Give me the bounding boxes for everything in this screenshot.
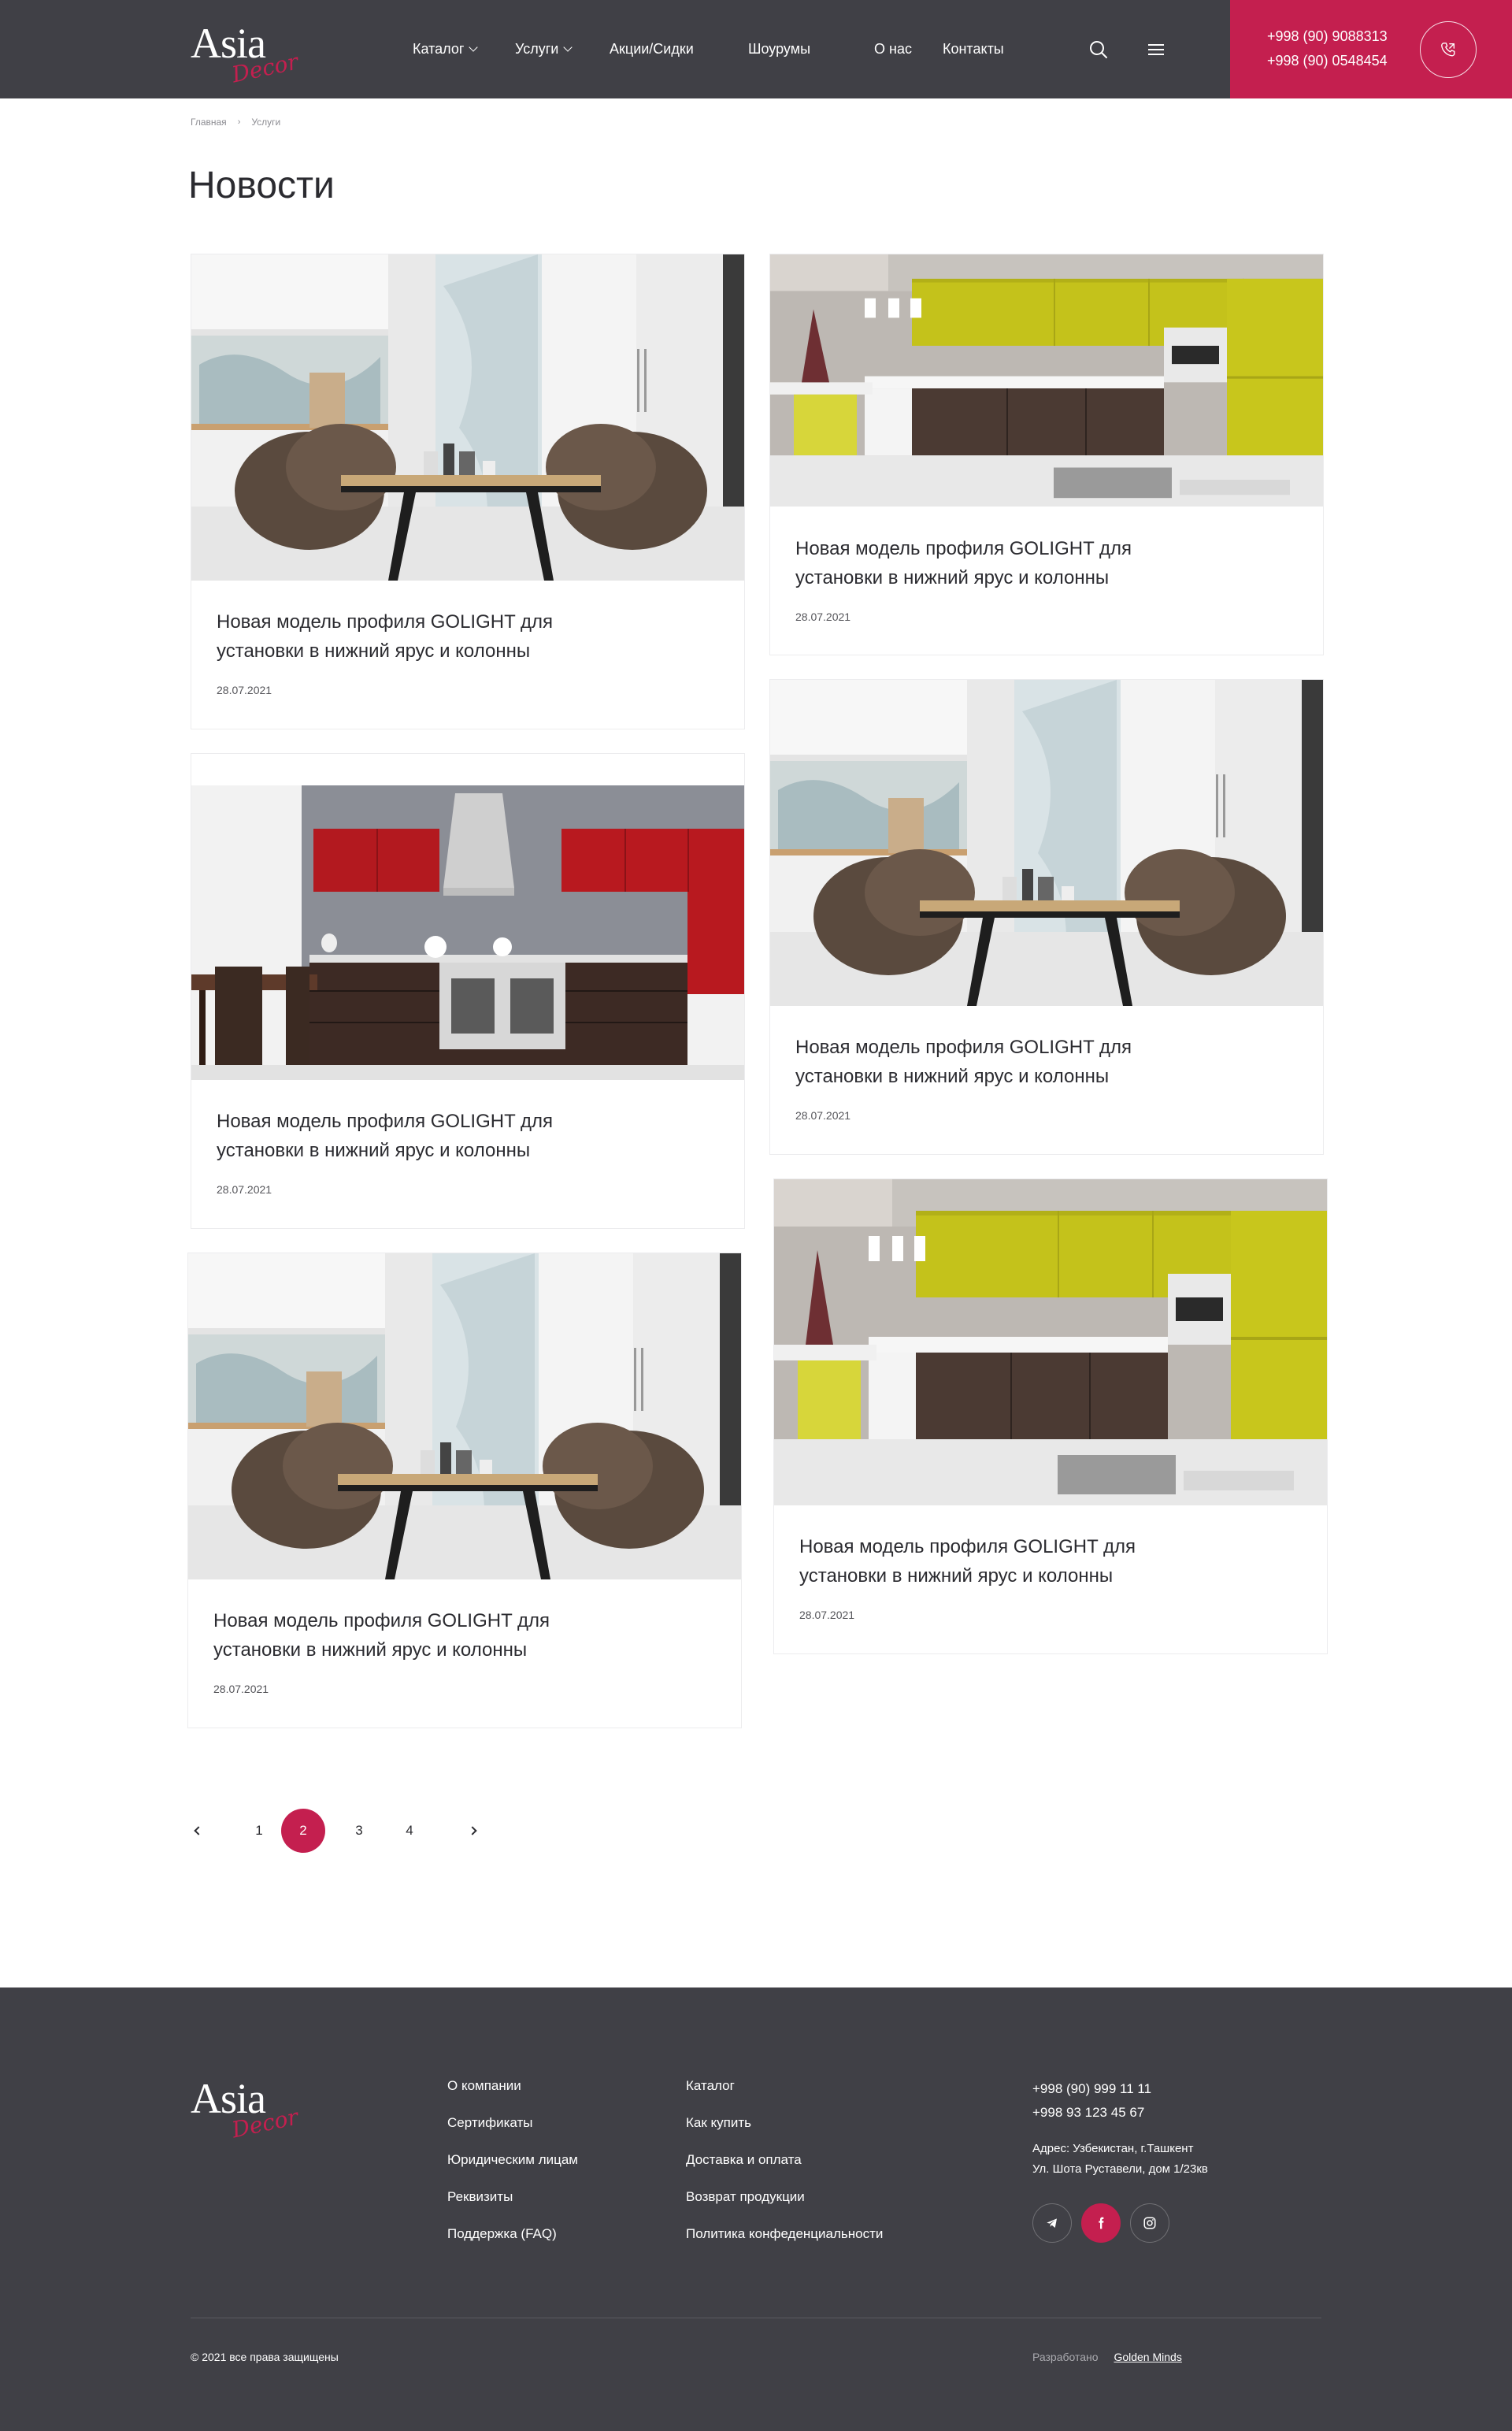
breadcrumb-home[interactable]: Главная [191, 117, 227, 128]
news-card-image [188, 1253, 741, 1579]
news-card[interactable]: Новая модель профиля GOLIGHT для установ… [769, 254, 1324, 655]
nav-item-services[interactable]: Услуги [515, 41, 573, 58]
chevron-right-icon [468, 1826, 477, 1835]
breadcrumb-current: Услуги [251, 117, 281, 128]
footer-contacts: +998 (90) 999 11 11 +998 93 123 45 67 Ад… [1032, 2077, 1208, 2243]
page-button[interactable]: 1 [237, 1809, 281, 1853]
nav-item-catalog[interactable]: Каталог [413, 41, 479, 58]
news-card-title[interactable]: Новая модель профиля GOLIGHT для установ… [795, 534, 1173, 592]
chevron-down-icon [563, 43, 573, 52]
developed-label: Разработано [1032, 2351, 1099, 2363]
chevron-left-icon [194, 1826, 203, 1835]
news-card[interactable]: Новая модель профиля GOLIGHT для установ… [191, 753, 745, 1229]
nav-item-contacts[interactable]: Контакты [943, 41, 1004, 58]
news-card-title[interactable]: Новая модель профиля GOLIGHT для установ… [799, 1532, 1177, 1590]
news-card-date: 28.07.2021 [795, 1109, 851, 1122]
news-card-date: 28.07.2021 [217, 1183, 272, 1196]
news-card-title[interactable]: Новая модель профиля GOLIGHT для установ… [213, 1606, 591, 1665]
news-card-date: 28.07.2021 [217, 684, 272, 696]
footer-link[interactable]: Сертификаты [447, 2114, 578, 2131]
footer-link[interactable]: Доставка и оплата [686, 2151, 883, 2168]
nav-item-showrooms[interactable]: Шоурумы [748, 41, 810, 58]
developer-credit: Разработано Golden Minds [1032, 2351, 1182, 2363]
chevron-right-icon: › [237, 117, 241, 127]
news-card-title[interactable]: Новая модель профиля GOLIGHT для установ… [217, 607, 595, 666]
nav-item-promotions[interactable]: Акции/Сидки [610, 41, 694, 58]
telegram-icon[interactable] [1032, 2203, 1072, 2243]
nav-label: Каталог [413, 41, 465, 57]
next-page-button[interactable] [450, 1809, 495, 1853]
facebook-icon[interactable] [1081, 2203, 1121, 2243]
news-card-date: 28.07.2021 [795, 611, 851, 623]
footer-phone[interactable]: +998 (90) 999 11 11 [1032, 2077, 1208, 2101]
call-button[interactable] [1420, 21, 1477, 78]
footer-link[interactable]: Каталог [686, 2077, 883, 2094]
page-button[interactable]: 4 [387, 1809, 432, 1853]
news-card-title[interactable]: Новая модель профиля GOLIGHT для установ… [795, 1033, 1173, 1091]
phone-number[interactable]: +998 (90) 9088313 [1267, 28, 1388, 45]
nav-label: О нас [874, 41, 912, 57]
nav-label: Услуги [515, 41, 559, 57]
prev-page-button[interactable] [176, 1809, 220, 1853]
news-card-image [770, 680, 1323, 1006]
news-card[interactable]: Новая модель профиля GOLIGHT для установ… [187, 1253, 742, 1728]
site-logo[interactable]: Asia Decor [191, 19, 317, 90]
chevron-down-icon [469, 43, 479, 52]
developer-link[interactable]: Golden Minds [1114, 2351, 1181, 2363]
footer-address: Адрес: Узбекистан, г.Ташкент Ул. Шота Ру… [1032, 2139, 1208, 2180]
news-card-date: 28.07.2021 [213, 1683, 269, 1695]
footer-links-shop: Каталог Как купить Доставка и оплата Воз… [686, 2077, 883, 2242]
footer-link[interactable]: Поддержка (FAQ) [447, 2225, 578, 2242]
nav-item-about[interactable]: О нас [874, 41, 912, 58]
footer-phone[interactable]: +998 93 123 45 67 [1032, 2101, 1208, 2125]
news-card[interactable]: Новая модель профиля GOLIGHT для установ… [191, 254, 745, 729]
menu-icon[interactable] [1144, 38, 1168, 61]
news-card-image [191, 254, 744, 581]
footer-link[interactable]: Возврат продукции [686, 2188, 883, 2205]
footer-link[interactable]: Как купить [686, 2114, 883, 2131]
news-card[interactable]: Новая модель профиля GOLIGHT для установ… [773, 1178, 1328, 1654]
search-icon[interactable] [1087, 38, 1110, 61]
news-card-image [191, 754, 744, 1080]
phone-number[interactable]: +998 (90) 0548454 [1267, 53, 1388, 69]
footer-link[interactable]: О компании [447, 2077, 578, 2094]
footer-logo[interactable]: Asia Decor [191, 2074, 317, 2145]
footer-link[interactable]: Юридическим лицам [447, 2151, 578, 2168]
nav-label: Контакты [943, 41, 1004, 57]
copyright: © 2021 все права защищены [191, 2351, 339, 2363]
page-title: Новости [188, 165, 335, 206]
news-card[interactable]: Новая модель профиля GOLIGHT для установ… [769, 679, 1324, 1155]
phone-call-icon [1441, 43, 1455, 57]
footer-links-company: О компании Сертификаты Юридическим лицам… [447, 2077, 578, 2242]
breadcrumb: Главная › Услуги [191, 117, 280, 128]
news-card-title[interactable]: Новая модель профиля GOLIGHT для установ… [217, 1107, 595, 1165]
nav-label: Шоурумы [748, 41, 811, 57]
news-card-image [770, 254, 1323, 507]
address-line: Адрес: Узбекистан, г.Ташкент [1032, 2142, 1194, 2155]
instagram-icon[interactable] [1130, 2203, 1169, 2243]
news-card-date: 28.07.2021 [799, 1609, 855, 1621]
news-card-image [774, 1179, 1327, 1505]
site-header: Asia Decor Каталог Услуги Акции/Сидки Шо… [0, 0, 1512, 98]
address-line: Ул. Шота Руставели, дом 1/23кв [1032, 2162, 1208, 2176]
header-phones: +998 (90) 9088313 +998 (90) 0548454 [1230, 0, 1512, 98]
nav-label: Акции/Сидки [610, 41, 694, 57]
footer-link[interactable]: Политика конфеденциальности [686, 2225, 883, 2242]
page-button[interactable]: 3 [337, 1809, 381, 1853]
footer-link[interactable]: Реквизиты [447, 2188, 578, 2205]
social-links [1032, 2203, 1208, 2243]
site-footer: Asia Decor О компании Сертификаты Юридич… [0, 1987, 1512, 2431]
page-button-current[interactable]: 2 [281, 1809, 325, 1853]
